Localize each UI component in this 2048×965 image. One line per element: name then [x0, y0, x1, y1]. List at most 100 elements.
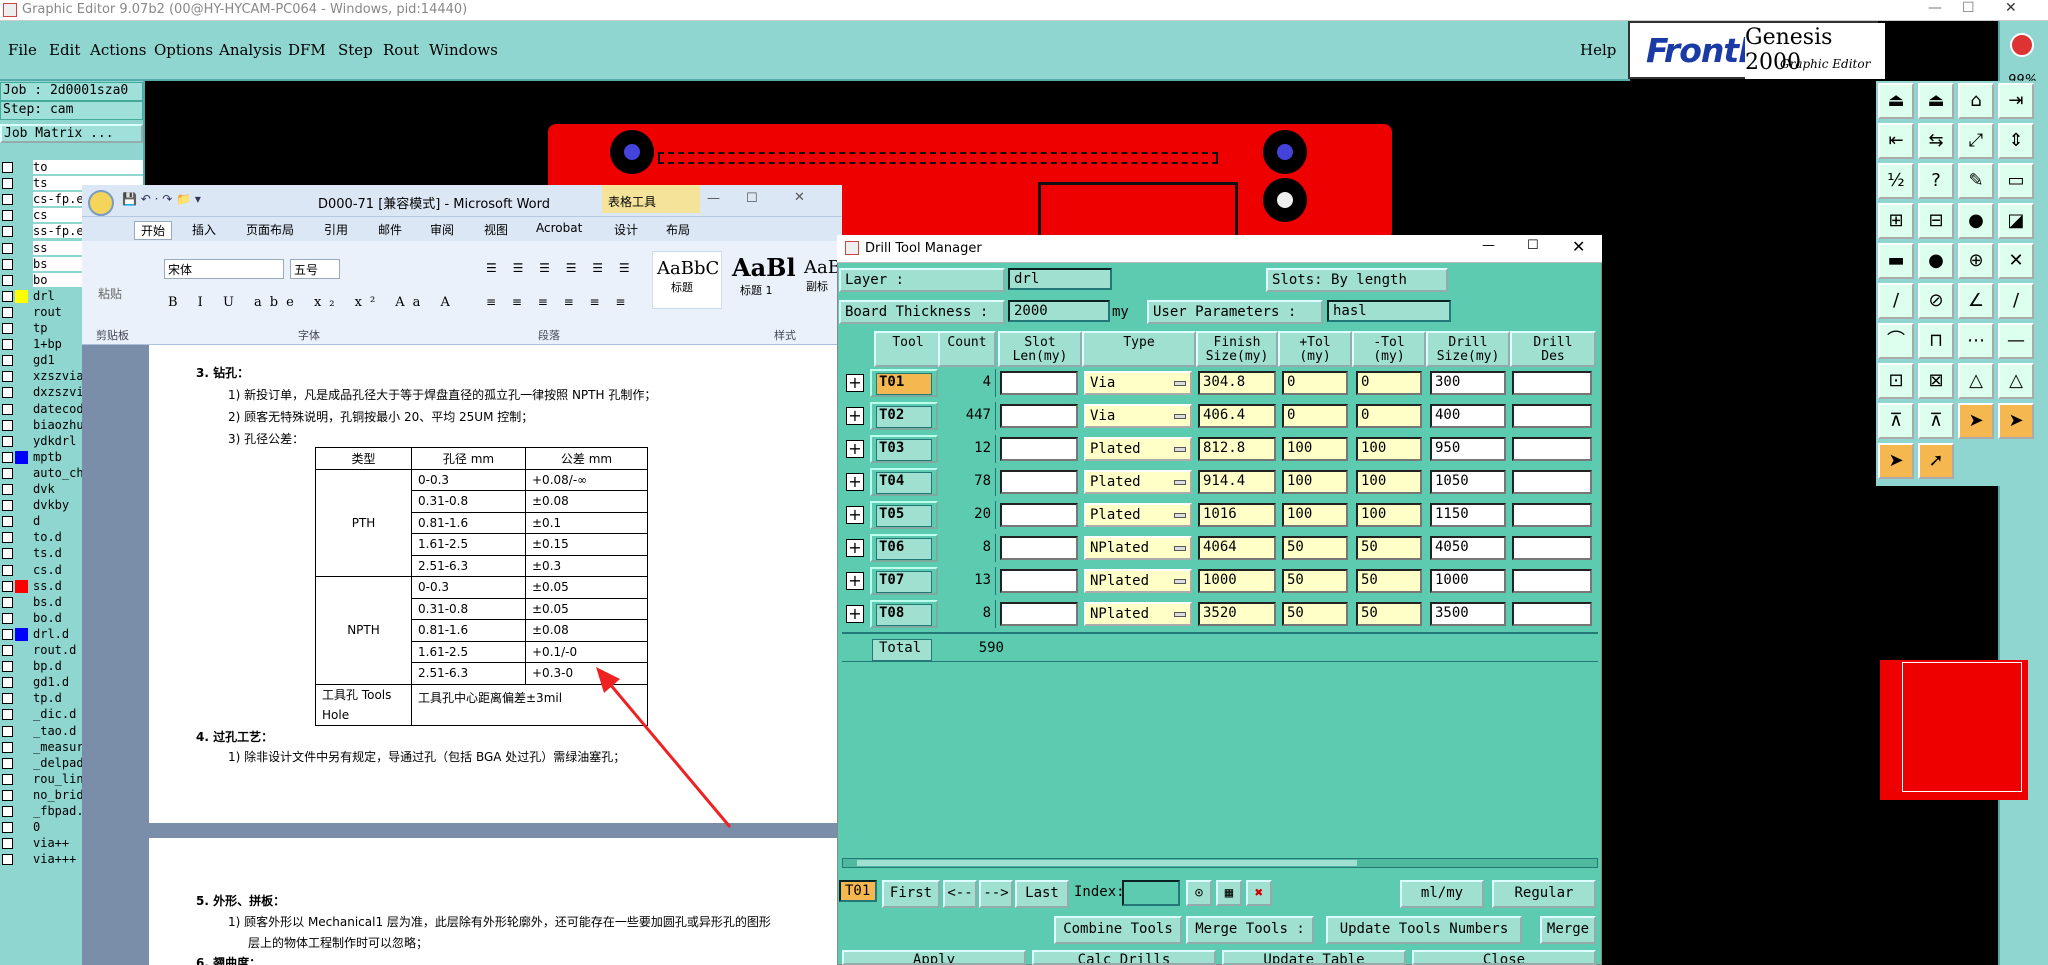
layer-checkbox[interactable]	[2, 822, 13, 834]
tool-cell[interactable]: T06	[870, 534, 938, 562]
layer-checkbox[interactable]	[2, 548, 13, 560]
tool-button-icon[interactable]: ⊠	[1918, 363, 1954, 399]
plus-tol-input[interactable]: 50	[1282, 536, 1348, 560]
type-dropdown[interactable]: Plated	[1084, 470, 1192, 494]
tab-insert[interactable]: 插入	[192, 221, 216, 238]
finish-size-input[interactable]: 406.4	[1198, 404, 1276, 428]
finish-size-input[interactable]: 1016	[1198, 503, 1276, 527]
expand-icon[interactable]: +	[846, 374, 864, 392]
layer-checkbox[interactable]	[2, 274, 13, 286]
layer-checkbox[interactable]	[2, 580, 13, 592]
slot-len-input[interactable]	[1000, 503, 1078, 527]
plus-tol-input[interactable]: 0	[1282, 404, 1348, 428]
tool-button-icon[interactable]: ●	[1918, 243, 1954, 279]
job-matrix-button[interactable]: Job Matrix ...	[0, 124, 143, 143]
expand-icon[interactable]: +	[846, 539, 864, 557]
menu-windows[interactable]: Windows	[429, 41, 498, 59]
plus-tol-input[interactable]: 100	[1282, 437, 1348, 461]
layer-checkbox[interactable]	[2, 757, 13, 769]
tab-table-layout[interactable]: 布局	[666, 221, 690, 238]
finish-size-input[interactable]: 3520	[1198, 602, 1276, 626]
merge-button[interactable]: Merge	[1540, 916, 1596, 944]
type-dropdown[interactable]: Plated	[1084, 503, 1192, 527]
drill-size-input[interactable]: 4050	[1430, 536, 1506, 560]
tool-button-icon[interactable]: ⌒	[1878, 323, 1914, 359]
tool-button-icon[interactable]: ▭	[1998, 163, 2034, 199]
drill-size-input[interactable]: 400	[1430, 404, 1506, 428]
minus-tol-input[interactable]: 100	[1356, 437, 1422, 461]
layer-checkbox[interactable]	[2, 435, 13, 447]
layer-row[interactable]: to	[0, 160, 145, 175]
stop-icon[interactable]	[2010, 33, 2034, 57]
apply-button[interactable]: Apply	[842, 950, 1026, 965]
delete-icon[interactable]: ✖	[1246, 880, 1272, 906]
tool-button-icon[interactable]: ⤢	[1958, 123, 1994, 159]
menu-edit[interactable]: Edit	[49, 41, 80, 59]
drill-size-input[interactable]: 950	[1430, 437, 1506, 461]
menu-step[interactable]: Step	[338, 41, 373, 59]
tool-cell[interactable]: T02	[870, 402, 938, 430]
layer-checkbox[interactable]	[2, 339, 13, 351]
tool-button-icon[interactable]: ⊞	[1878, 203, 1914, 239]
layer-checkbox[interactable]	[2, 789, 13, 801]
word-maximize-icon[interactable]: ☐	[746, 191, 758, 206]
slot-len-input[interactable]	[1000, 371, 1078, 395]
style-subtitle[interactable]: AaB 副标	[800, 251, 840, 309]
tool-button-icon[interactable]: ⊼	[1918, 403, 1954, 439]
layer-checkbox[interactable]	[2, 242, 13, 254]
update-tools-numbers-dropdown[interactable]: Update Tools Numbers	[1326, 916, 1522, 944]
layer-checkbox[interactable]	[2, 451, 13, 463]
layer-checkbox[interactable]	[2, 677, 13, 689]
type-dropdown[interactable]: Plated	[1084, 437, 1192, 461]
tool-button-icon[interactable]: ✎	[1958, 163, 1994, 199]
layer-checkbox[interactable]	[2, 500, 13, 512]
finish-size-input[interactable]: 812.8	[1198, 437, 1276, 461]
tool-button-icon[interactable]: ◪	[1998, 203, 2034, 239]
drill-des-input[interactable]	[1512, 404, 1592, 428]
tab-layout[interactable]: 页面布局	[246, 221, 294, 238]
layer-checkbox[interactable]	[2, 371, 13, 383]
finish-size-input[interactable]: 914.4	[1198, 470, 1276, 494]
dtm-close-icon[interactable]: ✕	[1572, 237, 1585, 256]
tool-button-icon[interactable]: △	[1998, 363, 2034, 399]
slots-dropdown[interactable]: Slots: By length	[1266, 268, 1448, 292]
layer-checkbox[interactable]	[2, 403, 13, 415]
tool-button-icon[interactable]: ∕	[1998, 283, 2034, 319]
layer-checkbox[interactable]	[2, 419, 13, 431]
tool-button-icon[interactable]: ∕	[1878, 283, 1914, 319]
drill-des-input[interactable]	[1512, 602, 1592, 626]
drill-des-input[interactable]	[1512, 569, 1592, 593]
close-icon[interactable]: ✕	[2005, 0, 2017, 16]
tool-button-icon[interactable]: ⊡	[1878, 363, 1914, 399]
tool-button-icon[interactable]: ⏏	[1918, 83, 1954, 119]
first-button[interactable]: First	[882, 880, 940, 908]
expand-icon[interactable]: +	[846, 605, 864, 623]
type-dropdown[interactable]: NPlated	[1084, 536, 1192, 560]
thickness-field[interactable]: 2000	[1008, 300, 1110, 322]
tool-button-icon[interactable]: ➤	[1958, 403, 1994, 439]
tool-button-icon[interactable]: ⌂	[1958, 83, 1994, 119]
layer-checkbox[interactable]	[2, 806, 13, 817]
font-select[interactable]: 宋体	[164, 259, 284, 279]
drill-des-input[interactable]	[1512, 470, 1592, 494]
maximize-icon[interactable]: ☐	[1962, 0, 1975, 16]
word-close-icon[interactable]: ✕	[794, 190, 805, 205]
layer-checkbox[interactable]	[2, 210, 13, 222]
tool-cell[interactable]: T05	[870, 501, 938, 529]
calc-drills-button[interactable]: Calc Drills	[1032, 950, 1216, 965]
tool-button-icon[interactable]: —	[1998, 323, 2034, 359]
layer-checkbox[interactable]	[2, 693, 13, 705]
expand-icon[interactable]: +	[846, 473, 864, 491]
layer-checkbox[interactable]	[2, 645, 13, 656]
slot-len-input[interactable]	[1000, 470, 1078, 494]
mode-dropdown[interactable]: Regular	[1492, 880, 1596, 908]
office-button-icon[interactable]	[88, 190, 114, 216]
layer-checkbox[interactable]	[2, 162, 13, 173]
drill-des-input[interactable]	[1512, 371, 1592, 395]
drill-des-input[interactable]	[1512, 437, 1592, 461]
menu-help[interactable]: Help	[1580, 41, 1616, 59]
layer-checkbox[interactable]	[2, 178, 13, 190]
layer-checkbox[interactable]	[2, 306, 13, 318]
layer-checkbox[interactable]	[2, 709, 13, 721]
plus-tol-input[interactable]: 100	[1282, 503, 1348, 527]
